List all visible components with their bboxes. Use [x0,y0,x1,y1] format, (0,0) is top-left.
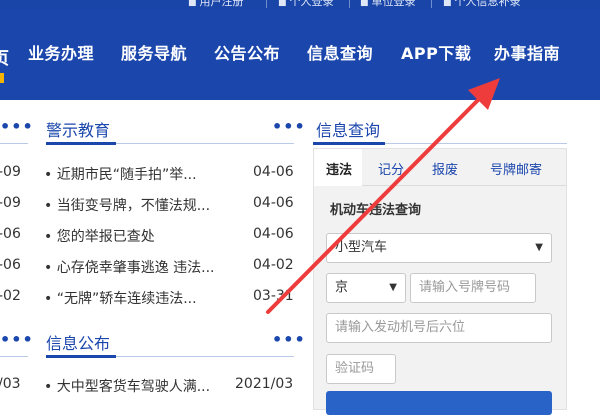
register-link[interactable]: ■ 用户注册 [188,0,244,9]
left-more-link[interactable]: ••• [0,330,34,349]
top-utility-bar: ■ 用户注册 ■ 个人登录 ■ 单位登录 ■ 个人信息补录 [0,0,600,10]
chevron-down-icon: ▼ [535,242,543,253]
tab-points[interactable]: 记分 [378,159,404,178]
section-title-info-publish[interactable]: 信息公布 [46,330,110,354]
engine-number-input[interactable]: 请输入发动机号后六位 [326,313,552,343]
news-link[interactable]: • 心存侥幸肇事逃逸 违法... [44,257,215,277]
left-section-line [0,143,28,144]
province-select[interactable]: 京 ▼ [326,273,406,303]
nav-item-announcements[interactable]: 公告公布 [214,40,280,64]
left-more-link[interactable]: ••• [0,117,34,136]
section-title-info-query[interactable]: 信息查询 [316,117,380,141]
query-subheading: 机动车违法查询 [330,203,422,218]
main-nav: 页 业务办理 服务导航 公告公布 信息查询 APP下载 办事指南 [0,10,600,100]
personal-login-link[interactable]: ■ 个人登录 [278,0,334,9]
top-divider [266,0,267,8]
nav-item-app-download[interactable]: APP下载 [401,40,471,64]
nav-item-home-partial[interactable]: 页 [0,44,9,69]
news-link[interactable]: • 大中型客货车驾驶人满... [44,376,210,396]
info-more-link[interactable]: ••• [272,330,306,349]
info-supplement-link[interactable]: ■ 个人信息补录 [443,0,521,9]
tab-scrapping[interactable]: 报废 [432,159,458,178]
news-date: 04-02 [253,257,294,273]
user-plus-icon: ■ [188,0,197,8]
news-date: 2021/03 [235,376,294,392]
query-tabs: 违法 记分 报废 号牌邮寄 [314,149,566,186]
chevron-down-icon: ▼ [389,282,397,293]
nav-item-business[interactable]: 业务办理 [28,40,94,64]
news-link[interactable]: • 您的举报已查处 [44,226,155,246]
left-date: -09 [0,195,21,211]
news-date: 03-31 [253,288,294,304]
nav-item-guide[interactable]: 办事指南 [494,40,560,64]
nav-active-indicator [0,73,4,83]
section-title-underline [313,142,385,145]
captcha-input[interactable]: 验证码 [326,354,396,384]
user-icon: ■ [278,0,287,8]
nav-item-service-guide[interactable]: 服务导航 [121,40,187,64]
left-section-line [0,356,28,357]
news-date: 04-06 [253,226,294,242]
news-date: 04-06 [253,164,294,180]
unit-login-link[interactable]: ■ 单位登录 [360,0,416,9]
section-title-warning[interactable]: 警示教育 [46,117,110,141]
section-title-underline [46,355,116,358]
top-divider [349,0,350,8]
tab-violation[interactable]: 违法 [326,159,352,178]
warning-more-link[interactable]: ••• [272,117,306,136]
section-title-underline [46,142,116,145]
top-divider [431,0,432,8]
nav-item-info-query[interactable]: 信息查询 [307,40,373,64]
news-link[interactable]: • 近期市民“随手拍”举... [44,164,197,184]
left-date: /03 [0,376,21,392]
news-link[interactable]: • “无牌”轿车连续违法... [44,288,197,308]
query-panel: 违法 记分 报废 号牌邮寄 机动车违法查询 小型汽车 ▼ 京 ▼ 请输入号牌号码… [313,148,567,415]
person-icon: ■ [443,0,452,8]
news-date: 04-06 [253,195,294,211]
left-date: -06 [0,257,21,273]
tab-plate-mail[interactable]: 号牌邮寄 [490,159,542,178]
news-link[interactable]: • 当街变号牌，不懂法规... [44,195,210,215]
plate-number-input[interactable]: 请输入号牌号码 [410,273,536,303]
building-icon: ■ [360,0,369,8]
vehicle-type-select[interactable]: 小型汽车 ▼ [326,233,552,263]
query-submit-button[interactable] [326,391,552,415]
left-date: -09 [0,164,21,180]
left-date: -06 [0,226,21,242]
left-date: -02 [0,288,21,304]
